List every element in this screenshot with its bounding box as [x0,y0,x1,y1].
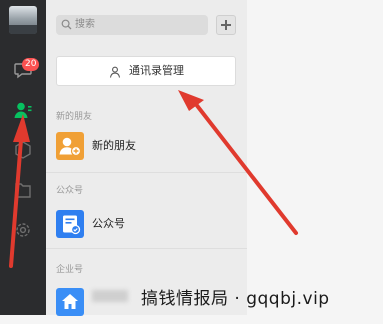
section-label-new-friends: 新的朋友 [56,112,93,122]
contacts-manage-button[interactable]: 通讯录管理 [56,56,236,86]
contacts-manage-label: 通讯录管理 [129,64,184,77]
enterprise-home-icon [56,288,84,316]
main-content-area [247,0,383,315]
contacts-icon[interactable] [13,100,33,120]
list-item-label: 新的朋友 [92,139,136,152]
list-item-new-friends[interactable]: 新的朋友 [46,128,247,168]
search-input[interactable]: 搜索 [56,15,208,35]
watermark: 搞钱情报局 · gqqbj.vip [141,289,330,309]
divider [46,248,247,249]
favorites-icon[interactable] [13,140,33,160]
list-item-official-accounts[interactable]: 公众号 [46,206,247,246]
list-item-label: 公众号 [92,217,125,230]
search-placeholder: 搜索 [75,19,95,30]
contacts-panel: 搜索 通讯录管理 新的朋友 新的朋友 公众号 公众号 企业号 [46,0,247,316]
contacts-manage-icon [109,66,121,78]
unread-badge: 20 [22,58,40,71]
sidebar: 20 [0,0,46,315]
new-friend-icon [56,132,84,160]
section-label-official-accounts: 公众号 [56,186,84,196]
divider [46,172,247,173]
blurred-text [92,290,128,302]
section-label-enterprise: 企业号 [56,265,84,275]
files-icon[interactable] [13,180,33,200]
official-account-icon [56,210,84,238]
settings-icon[interactable] [13,220,33,240]
add-button[interactable] [216,15,236,35]
avatar[interactable] [9,6,37,34]
search-icon [61,19,72,30]
